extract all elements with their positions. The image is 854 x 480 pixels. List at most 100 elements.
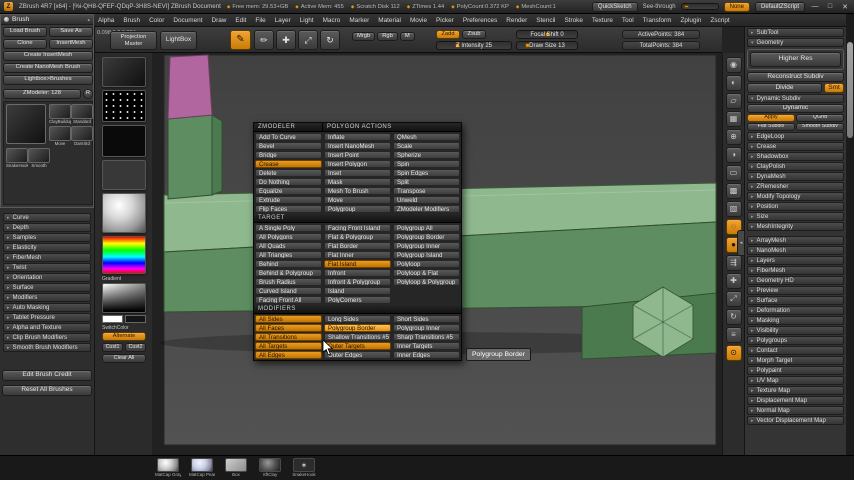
zmodeler-target-item[interactable]: Curved Island (255, 287, 322, 295)
lsym-icon[interactable]: ◑ (725, 147, 742, 163)
persp-icon[interactable]: ▱ (725, 93, 742, 109)
zmodeler-action-item[interactable]: Transpose (393, 187, 460, 195)
tool-section-header[interactable]: ▸ Morph Target (747, 356, 844, 365)
paint-mode-button[interactable]: Rgb (377, 32, 398, 41)
tool-section-header[interactable]: ▸ Texture Map (747, 386, 844, 395)
zmodeler-modifier-item[interactable]: Polygroup Inner (393, 324, 460, 332)
divide-button[interactable]: Divide (747, 83, 822, 93)
zmodeler-target-item[interactable]: Flat Inner (324, 251, 391, 259)
zmodeler-action-item[interactable]: Bevel (255, 142, 322, 150)
zmodeler-target-item[interactable]: Polyloop (393, 260, 460, 268)
tray-item[interactable]: SftClay (257, 458, 283, 477)
zmodeler-target-item[interactable]: Flat & Polygroup (324, 233, 391, 241)
zmodeler-modifier-item[interactable]: Short Sides (393, 315, 460, 323)
menu-item[interactable]: Render (506, 17, 527, 24)
zmodeler-action-item[interactable]: Insert Point (324, 151, 391, 159)
tool-section-header[interactable]: ▸ Modify Topology (747, 192, 844, 201)
current-brush-thumbnail[interactable] (6, 104, 46, 144)
brush-subpalette-header[interactable]: ▸ Alpha and Texture (3, 323, 91, 332)
move-3d-icon[interactable]: ✚ (725, 273, 742, 289)
clear-all-button[interactable]: Clear All (102, 354, 146, 363)
dynamic-subdiv-button[interactable]: QGrid (796, 114, 844, 122)
brush-thumbnail[interactable]: Smooth (28, 148, 50, 168)
zmodeler-target-item[interactable]: Flat Island (324, 260, 391, 268)
subtool-header[interactable]: ▸ SubTool (747, 28, 844, 37)
draw-button[interactable]: ✏ (254, 30, 274, 50)
zmodeler-action-item[interactable]: Mask (324, 178, 391, 186)
zmodeler-action-item[interactable]: Spin (393, 160, 460, 168)
zmodeler-modifier-item[interactable]: All Targets (255, 342, 322, 350)
clone-brush-button[interactable]: Clone (3, 39, 47, 49)
zmodeler-action-item[interactable]: QMesh (393, 133, 460, 141)
see-through-slider[interactable] (680, 3, 719, 10)
tool-section-header[interactable]: ▸ Vector Displacement Map (747, 416, 844, 425)
sv-color-picker[interactable] (102, 283, 146, 313)
dynamic-subdiv-button[interactable]: Smooth Subdiv (796, 123, 844, 131)
bpr-icon[interactable]: ◉ (725, 57, 742, 73)
zmodeler-target-item[interactable]: PolyCorners (324, 296, 391, 304)
brush-subpalette-header[interactable]: ▸ Curve (3, 213, 91, 222)
zmodeler-modifier-item[interactable]: All Transitions (255, 333, 322, 341)
menu-item[interactable]: Edit (235, 17, 246, 24)
stroke-thumbnail[interactable] (102, 90, 146, 122)
zmodeler-target-item[interactable]: Flat Border (324, 242, 391, 250)
zmodeler-action-item[interactable]: Flip Faces (255, 205, 322, 213)
main-color-swatch[interactable] (102, 315, 123, 323)
brush-subpalette-header[interactable]: ▸ FiberMesh (3, 253, 91, 262)
lightbox-brushes-button[interactable]: Lightbox>Brushes (3, 75, 93, 85)
menu-item[interactable]: Stroke (564, 17, 582, 24)
zsub-button[interactable]: Zsub (462, 30, 486, 39)
zmodeler-action-item[interactable]: Spherize (393, 151, 460, 159)
tool-section-header[interactable]: ▸ DynaMesh (747, 172, 844, 181)
brush-subpalette-header[interactable]: ▸ Depth (3, 223, 91, 232)
zadd-button[interactable]: Zadd (436, 30, 460, 39)
tool-section-header[interactable]: ▸ ClayPolish (747, 162, 844, 171)
zmodeler-action-item[interactable]: Extrude (255, 196, 322, 204)
menu-item[interactable]: Preferences (463, 17, 497, 24)
zmodeler-action-item[interactable]: Insert Polygon (324, 160, 391, 168)
floor-grid-icon[interactable]: ▦ (725, 111, 742, 127)
zmodeler-modifier-item[interactable]: All Edges (255, 351, 322, 359)
alternate-button[interactable]: Alternate (102, 332, 146, 341)
menu-item[interactable]: Light (300, 17, 314, 24)
brush-thumbnail[interactable]: ClayBuildup (49, 104, 71, 124)
brush-thumbnail[interactable]: Move (49, 126, 71, 146)
custom-color-slot[interactable]: Cust1 (102, 343, 123, 352)
zmodeler-modifier-item[interactable]: All Faces (255, 324, 322, 332)
paint-mode-button[interactable]: Mrgb (352, 32, 376, 41)
menu-item[interactable]: Material (378, 17, 401, 24)
edit-button[interactable]: ✎ (230, 30, 251, 50)
brush-subpalette-header[interactable]: ▸ Smooth Brush Modifiers (3, 343, 91, 352)
color-spectrum[interactable] (102, 236, 146, 274)
menu-item[interactable]: Movie (410, 17, 427, 24)
brush-thumbnail[interactable]: DamStd (71, 126, 93, 146)
zmodeler-target-item[interactable]: Polygroup Border (393, 233, 460, 241)
maximize-button[interactable]: □ (825, 3, 835, 10)
zmodeler-target-item[interactable]: All Polygons (255, 233, 322, 241)
brush-subpalette-header[interactable]: ▸ Modifiers (3, 293, 91, 302)
brush-palette-titlebar[interactable]: Brush ▴ (1, 15, 93, 25)
zmodeler-modifier-item[interactable]: Outer Targets (324, 342, 391, 350)
zmodeler-action-item[interactable]: Unweld (393, 196, 460, 204)
tool-section-header[interactable]: ▸ Shadowbox (747, 152, 844, 161)
lightbox-button[interactable]: LightBox (160, 31, 197, 50)
menu-item[interactable]: File (255, 17, 265, 24)
zmodeler-target-item[interactable]: Behind (255, 260, 322, 268)
tool-section-header[interactable]: ▸ Contact (747, 346, 844, 355)
tool-section-header[interactable]: ▸ FiberMesh (747, 266, 844, 275)
zmodeler-action-item[interactable]: Move (324, 196, 391, 204)
create-nanomesh-brush-button[interactable]: Create NanoMesh Brush (3, 63, 93, 73)
menu-item[interactable]: Zscript (710, 17, 729, 24)
secondary-color-swatch[interactable] (125, 315, 146, 323)
zmodeler-action-item[interactable]: ZModeler Modifiers (393, 205, 460, 213)
menu-item[interactable]: Stencil (536, 17, 555, 24)
menu-item[interactable]: Document (173, 17, 202, 24)
brush-shelf-thumbnail[interactable] (102, 57, 146, 87)
tool-section-header[interactable]: ▸ Surface (747, 296, 844, 305)
zmodeler-target-item[interactable]: Polygroup Inner (393, 242, 460, 250)
dynamic-subdiv-button[interactable]: Flat Subdiv (747, 123, 795, 131)
zmodeler-action-item[interactable]: Insert NanoMesh (324, 142, 391, 150)
tool-section-header[interactable]: ▸ UV Map (747, 376, 844, 385)
zmodeler-target-item[interactable]: Polyloop & Flat (393, 269, 460, 277)
tray-item[interactable]: Box (223, 458, 249, 477)
